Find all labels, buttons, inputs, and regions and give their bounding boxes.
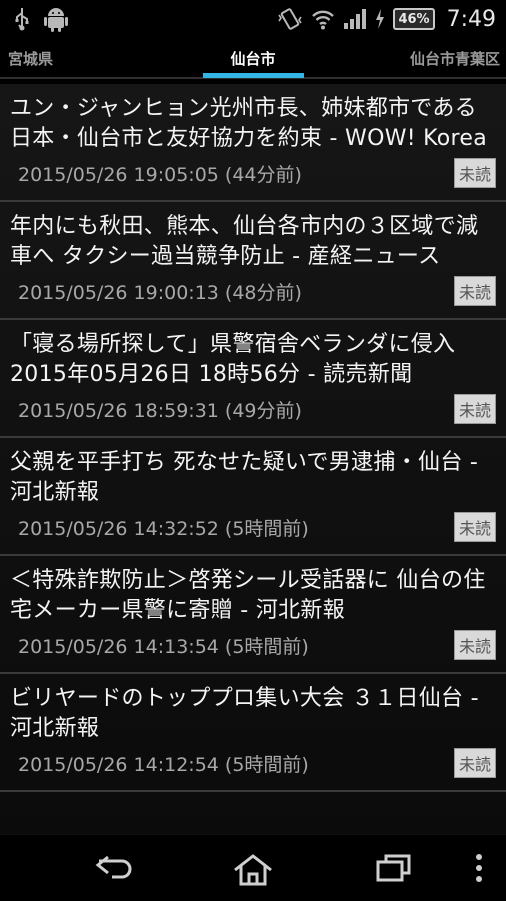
wifi-icon [311,8,335,30]
battery-level: 46% [393,8,435,30]
active-tab-indicator [203,73,304,78]
usb-icon [14,7,30,31]
overflow-menu-icon[interactable] [474,853,484,883]
news-datetime: 2015/05/26 19:00:13 (48分前) [18,281,302,304]
news-item[interactable]: ビリヤードのトッププロ集い大会 ３１日仙台 - 河北新報 2015/05/26 … [0,674,506,792]
unread-badge: 未読 [453,512,496,542]
tab-sendai-aoba[interactable]: 仙台市青葉区 [410,48,500,69]
recents-icon[interactable] [376,853,412,883]
clock: 7:49 [446,6,496,32]
news-datetime: 2015/05/26 18:59:31 (49分前) [18,399,302,422]
home-icon[interactable] [232,853,274,887]
news-datetime: 2015/05/26 14:13:54 (5時間前) [18,635,309,658]
status-bar: 46% 7:49 [0,0,506,38]
news-item[interactable]: 年内にも秋田、熊本、仙台各市内の３区域で減車へ タクシー過当競争防止 - 産経ニ… [0,202,506,320]
news-title: 年内にも秋田、熊本、仙台各市内の３区域で減車へ タクシー過当競争防止 - 産経ニ… [10,214,479,269]
news-datetime: 2015/05/26 14:12:54 (5時間前) [18,753,309,776]
news-title: ビリヤードのトッププロ集い大会 ３１日仙台 - 河北新報 [10,686,479,741]
unread-badge: 未読 [453,158,496,188]
tab-strip: 宮城県 仙台市 仙台市青葉区 [0,38,506,78]
news-title: 父親を平手打ち 死なせた疑いで男逮捕・仙台 - 河北新報 [10,450,479,505]
back-icon[interactable] [94,853,134,881]
charging-icon [375,9,385,29]
unread-badge: 未読 [453,748,496,778]
unread-badge: 未読 [453,630,496,660]
news-datetime: 2015/05/26 19:05:05 (44分前) [18,163,302,186]
vibrate-icon [277,7,303,31]
navigation-bar [0,834,506,901]
news-item[interactable]: ユン・ジャンヒョン光州市長、姉妹都市である日本・仙台市と友好協力を約束 - WO… [0,84,506,202]
news-list: ユン・ジャンヒョン光州市長、姉妹都市である日本・仙台市と友好協力を約束 - WO… [0,84,506,834]
news-item[interactable]: 父親を平手打ち 死なせた疑いで男逮捕・仙台 - 河北新報 2015/05/26 … [0,438,506,556]
news-title: ユン・ジャンヒョン光州市長、姉妹都市である日本・仙台市と友好協力を約束 - WO… [10,96,488,151]
news-item[interactable]: ＜特殊詐欺防止＞啓発シール受話器に 仙台の住宅メーカー県警に寄贈 - 河北新報 … [0,556,506,674]
unread-badge: 未読 [453,394,496,424]
news-datetime: 2015/05/26 14:32:52 (5時間前) [18,517,309,540]
news-title: 「寝る場所探して」県警宿舎ベランダに侵入 2015年05月26日 18時56分 … [10,332,456,387]
news-title: ＜特殊詐欺防止＞啓発シール受話器に 仙台の住宅メーカー県警に寄贈 - 河北新報 [10,568,486,623]
android-icon [44,6,68,32]
news-item[interactable]: 「寝る場所探して」県警宿舎ベランダに侵入 2015年05月26日 18時56分 … [0,320,506,438]
unread-badge: 未読 [453,276,496,306]
signal-icon [343,8,367,30]
